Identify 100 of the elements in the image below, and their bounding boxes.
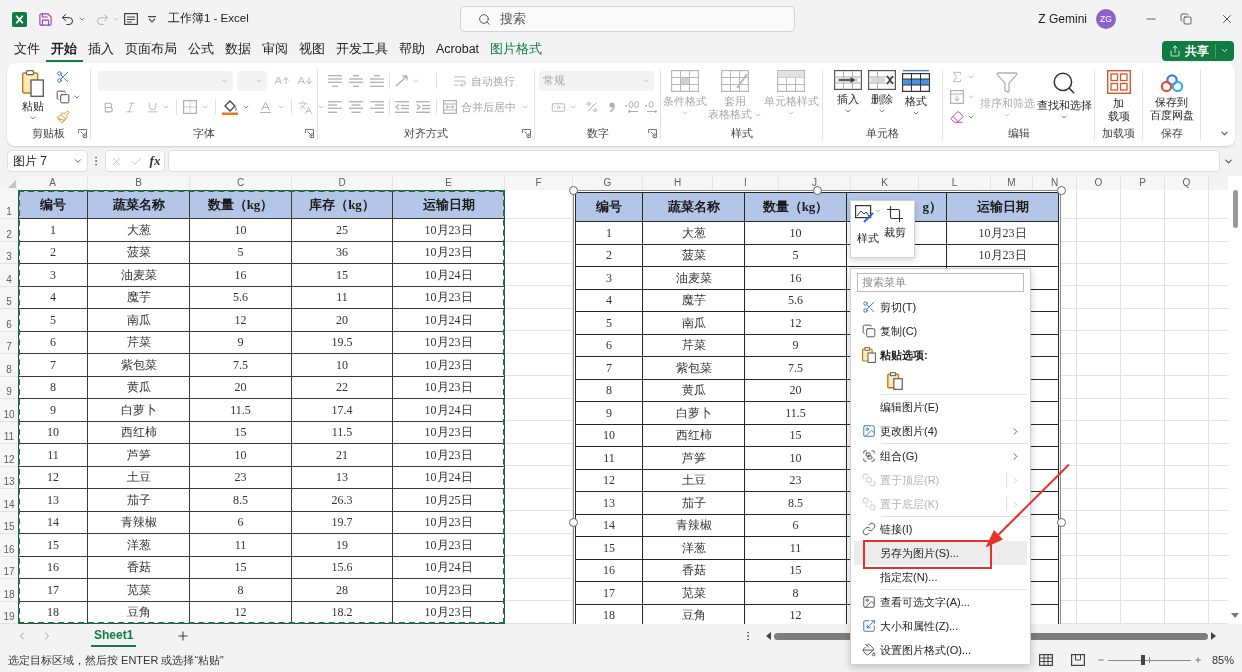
zoom-in-icon[interactable] <box>1193 656 1202 664</box>
ribbon-tab[interactable]: 公式 <box>182 39 220 62</box>
align-left-icon[interactable] <box>328 101 342 113</box>
ribbon-tab[interactable]: 帮助 <box>393 39 431 62</box>
decrease-indent-icon[interactable] <box>395 101 409 113</box>
form-icon[interactable] <box>124 13 138 25</box>
table-cell: 3 <box>18 264 88 287</box>
close-icon[interactable] <box>1220 12 1234 26</box>
decrease-decimal-icon[interactable] <box>645 101 659 113</box>
scroll-down-arrow-icon[interactable] <box>1231 613 1239 618</box>
ribbon-tab[interactable]: 审阅 <box>256 39 294 62</box>
formula-input[interactable] <box>168 150 1220 172</box>
scroll-right-arrow-icon[interactable] <box>1211 632 1216 640</box>
increase-indent-icon[interactable] <box>416 101 430 113</box>
zoom-out-icon[interactable] <box>1096 656 1105 664</box>
font-color-icon[interactable] <box>258 99 273 115</box>
insert-cells-button[interactable]: 插入 <box>831 67 865 124</box>
normal-view-icon[interactable] <box>1038 654 1053 666</box>
table-cell: 15 <box>575 537 643 560</box>
name-box[interactable]: 图片 7 <box>7 150 88 172</box>
menu-item[interactable]: 剪切(T) <box>854 295 1027 319</box>
table-cell: 芹菜 <box>643 334 745 357</box>
resize-handle[interactable] <box>568 186 578 195</box>
ribbon-tab[interactable]: 视图 <box>293 39 331 62</box>
insert-function-button[interactable]: fx <box>149 151 161 171</box>
menu-item[interactable]: 指定宏(N)... <box>854 565 1027 589</box>
ribbon-tab[interactable]: Acrobat <box>430 39 485 62</box>
percent-icon[interactable] <box>585 100 599 114</box>
restore-icon[interactable] <box>1180 13 1192 25</box>
align-middle-icon[interactable] <box>349 75 363 87</box>
scissors-icon[interactable] <box>56 70 70 84</box>
diagonal-arrow-icon[interactable] <box>395 75 409 87</box>
bold-icon[interactable] <box>102 100 115 114</box>
add-ins-button[interactable]: 加 载项 <box>1098 67 1139 124</box>
user-avatar[interactable]: ZG <box>1096 9 1116 29</box>
zoom-slider[interactable] <box>1107 655 1191 665</box>
vertical-scrollbar[interactable] <box>1228 176 1242 624</box>
resize-handle[interactable] <box>568 517 578 527</box>
menu-item[interactable]: 另存为图片(S)... <box>854 541 1027 565</box>
menu-item[interactable]: 编辑图片(E) <box>854 395 1027 419</box>
ribbon-tab[interactable]: 开发工具 <box>330 39 394 62</box>
table-cell: 菠菜 <box>88 241 190 264</box>
save-icon[interactable] <box>38 11 53 27</box>
fill-color-icon[interactable] <box>222 99 238 115</box>
table-cell: 7.5 <box>190 354 292 377</box>
copy-icon[interactable] <box>56 90 70 104</box>
undo-icon[interactable] <box>60 11 75 27</box>
menu-item[interactable]: 更改图片(4) <box>854 419 1027 443</box>
table-cell: 油麦菜 <box>88 264 190 287</box>
underline-icon[interactable] <box>146 100 159 114</box>
redo-icon[interactable] <box>95 11 110 27</box>
clipboard-icon[interactable] <box>887 371 903 390</box>
table-cell: 10月23日 <box>393 354 505 377</box>
select-all-icon[interactable] <box>8 180 16 188</box>
sheet-tab[interactable]: Sheet1 <box>91 625 137 647</box>
table-cell: 5 <box>18 309 88 332</box>
menu-item[interactable]: 复制(C) <box>854 319 1027 343</box>
slider-thumb[interactable] <box>1140 655 1145 665</box>
scroll-left-arrow-icon[interactable] <box>766 632 771 640</box>
italic-icon[interactable] <box>124 100 137 114</box>
menu-heading: 粘贴选项: <box>880 347 928 363</box>
find-select-button[interactable]: 查找和选择 <box>1035 67 1093 124</box>
menu-item[interactable]: 查看可选文字(A)... <box>854 590 1027 614</box>
format-cells-button[interactable]: 格式 <box>899 67 933 124</box>
page-layout-icon[interactable] <box>1070 654 1085 666</box>
resize-handle[interactable] <box>1056 517 1066 527</box>
ribbon-tab[interactable]: 插入 <box>82 39 120 62</box>
resize-handle[interactable] <box>1056 186 1066 195</box>
ribbon-tab[interactable]: 开始 <box>45 39 83 62</box>
paintbrush-icon[interactable] <box>56 110 70 124</box>
menu-item[interactable]: 组合(G) <box>854 444 1027 468</box>
scrollbar-thumb[interactable] <box>1232 190 1238 228</box>
ribbon-tab[interactable]: 文件 <box>8 39 46 62</box>
menu-item[interactable]: 设置图片格式(O)... <box>854 638 1027 662</box>
share-button[interactable]: 共享 <box>1162 40 1234 61</box>
ribbon-tab[interactable]: 数据 <box>219 39 257 62</box>
font-size-field[interactable] <box>237 71 267 91</box>
increase-decimal-icon[interactable] <box>625 101 639 113</box>
search-field[interactable]: 搜索 <box>460 6 795 32</box>
add-sheet-icon[interactable] <box>176 629 191 643</box>
zoom-level[interactable]: 85% <box>1211 651 1234 669</box>
resize-handle[interactable] <box>812 186 822 195</box>
customize-toolbar-icon[interactable] <box>148 15 156 23</box>
borders-icon[interactable] <box>183 100 197 114</box>
dialog-launcher-icon[interactable] <box>78 128 87 138</box>
comma-icon[interactable] <box>609 102 615 112</box>
translate-icon[interactable] <box>298 99 313 115</box>
align-center-icon[interactable] <box>349 101 363 113</box>
eraser-icon[interactable] <box>950 110 964 124</box>
table-cell: 7 <box>575 357 643 380</box>
paste-button[interactable]: 粘贴 <box>16 67 50 124</box>
cloud-save-button[interactable]: 保存到 百度网盘 <box>1145 67 1198 124</box>
align-bottom-icon[interactable] <box>370 75 384 87</box>
ribbon-tab[interactable]: 页面布局 <box>119 39 183 62</box>
delete-cells-button[interactable]: 删除 <box>865 67 899 124</box>
align-right-icon[interactable] <box>370 101 384 113</box>
spreadsheet-logo-icon[interactable] <box>12 11 27 27</box>
menu-search-field[interactable]: 搜索菜单 <box>857 273 1024 292</box>
ribbon-tab[interactable]: 图片格式 <box>484 39 548 62</box>
menu-item[interactable]: 链接(I) <box>854 517 1027 541</box>
